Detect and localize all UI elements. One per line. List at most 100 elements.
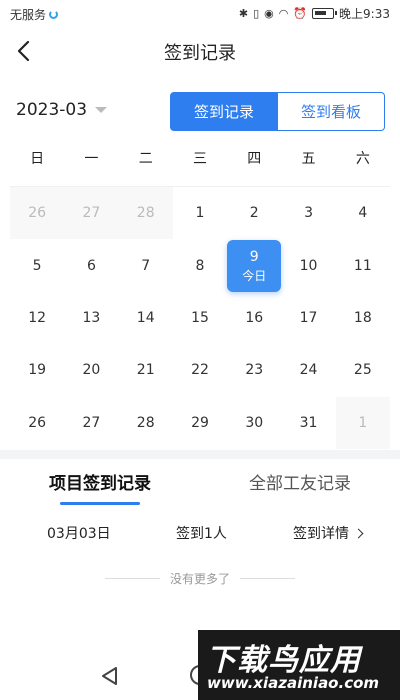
record-detail-label: 签到详情 xyxy=(293,526,349,542)
record-tabs: 项目签到记录 全部工友记录 xyxy=(0,466,400,506)
day-number: 6 xyxy=(86,257,96,274)
day-number: 13 xyxy=(82,309,101,326)
calendar-week-row: 12 13 14 15 16 17 18 xyxy=(10,292,390,344)
calendar-day[interactable]: 20 xyxy=(64,344,118,396)
day-number: 26 xyxy=(28,414,47,431)
day-number: 17 xyxy=(299,309,318,326)
calendar-day[interactable]: 16 xyxy=(227,292,281,344)
day-number: 3 xyxy=(304,205,313,222)
day-number: 16 xyxy=(245,309,264,326)
weekday-header: 日 一 二 三 四 五 六 xyxy=(10,148,390,176)
weekday-wed: 三 xyxy=(192,151,207,167)
calendar-day[interactable]: 11 xyxy=(336,239,390,291)
calendar-day[interactable]: 31 xyxy=(281,397,335,449)
toggle-sign-records[interactable]: 签到记录 xyxy=(170,92,278,131)
weekday-thu: 四 xyxy=(247,151,262,167)
calendar-day[interactable]: 8 xyxy=(173,239,227,291)
tab-all-workers[interactable]: 全部工友记录 xyxy=(200,466,400,506)
day-number: 11 xyxy=(353,257,372,274)
day-number: 29 xyxy=(191,414,209,431)
calendar-day[interactable]: 15 xyxy=(173,292,227,344)
weekday-fri: 五 xyxy=(301,151,316,167)
today-label: 今日 xyxy=(242,268,267,283)
calendar-day[interactable]: 7 xyxy=(119,239,173,291)
calendar-day[interactable]: 14 xyxy=(119,292,173,344)
month-value: 2023-03 xyxy=(16,100,88,120)
battery-icon xyxy=(312,8,338,19)
day-number: 24 xyxy=(299,362,318,379)
weekday-sat: 六 xyxy=(355,151,370,167)
calendar-day[interactable]: 28 xyxy=(119,397,173,449)
calendar-day[interactable]: 19 xyxy=(10,344,64,396)
carrier-text: 无服务 xyxy=(10,8,47,22)
calendar-day[interactable]: 1 xyxy=(335,396,390,449)
weekday-tue: 二 xyxy=(138,151,153,167)
record-row: 03月03日 签到1人 签到详情 xyxy=(0,518,400,548)
today-highlight: 9 今日 xyxy=(227,239,282,292)
calendar-day[interactable]: 24 xyxy=(281,344,335,396)
day-number: 12 xyxy=(28,309,47,326)
system-back-button[interactable] xyxy=(100,666,120,686)
month-picker[interactable]: 2023-03 xyxy=(16,100,108,120)
calendar-day[interactable]: 22 xyxy=(173,344,227,396)
alarm-icon: ⏰ xyxy=(293,6,308,20)
no-more-indicator: 没有更多了 xyxy=(0,568,400,588)
calendar-day[interactable]: 3 xyxy=(281,187,335,239)
calendar-day[interactable]: 6 xyxy=(64,239,118,291)
status-bar: 无服务 ✱ ▯ ◉ ◠ ⏰ 晚上9:33 xyxy=(0,0,400,28)
calendar-day[interactable]: 17 xyxy=(281,292,335,344)
calendar-day[interactable]: 1 xyxy=(173,187,227,239)
day-number: 15 xyxy=(191,309,209,326)
calendar-day[interactable]: 18 xyxy=(336,292,390,344)
record-count: 签到1人 xyxy=(176,526,227,542)
day-number: 20 xyxy=(82,362,101,379)
calendar-day-today[interactable]: 9 今日 xyxy=(227,239,282,292)
calendar-day[interactable]: 26 xyxy=(10,397,64,449)
watermark: 下载鸟应用 www.xiazainiao.com xyxy=(198,630,400,700)
no-more-text: 没有更多了 xyxy=(169,571,230,586)
calendar-day[interactable]: 13 xyxy=(64,292,118,344)
calendar-day[interactable]: 27 xyxy=(64,187,119,240)
day-number: 14 xyxy=(136,309,155,326)
tab-underline xyxy=(60,502,140,505)
loading-icon xyxy=(49,10,59,19)
section-divider xyxy=(0,450,400,459)
calendar-grid: 26 27 28 1 2 3 4 5 6 7 8 9 今日 10 11 12 13 14 15 16 17 18 19 20 2… xyxy=(10,187,390,449)
calendar-day[interactable]: 29 xyxy=(173,397,227,449)
toggle-sign-board[interactable]: 签到看板 xyxy=(278,92,385,131)
calendar-day[interactable]: 30 xyxy=(227,397,281,449)
calendar-day[interactable]: 25 xyxy=(336,344,390,396)
calendar-week-row: 5 6 7 8 9 今日 10 11 xyxy=(10,239,390,292)
calendar-day[interactable]: 27 xyxy=(64,397,118,449)
calendar-day[interactable]: 28 xyxy=(118,187,173,240)
day-number: 1 xyxy=(358,414,368,431)
month-row: 2023-03 签到记录 签到看板 xyxy=(0,92,400,132)
calendar-day[interactable]: 26 xyxy=(10,187,65,240)
page-title: 签到记录 xyxy=(164,43,236,64)
divider-line xyxy=(104,577,160,579)
calendar-day[interactable]: 2 xyxy=(227,187,281,239)
day-number: 8 xyxy=(195,257,205,274)
day-number: 10 xyxy=(299,257,318,274)
day-number: 25 xyxy=(353,362,372,379)
day-number: 5 xyxy=(32,257,42,274)
day-number: 30 xyxy=(245,414,264,431)
caret-down-icon xyxy=(95,107,108,113)
day-number: 26 xyxy=(28,205,47,222)
tab-project-records[interactable]: 项目签到记录 xyxy=(0,466,200,506)
tab-label: 项目签到记录 xyxy=(49,474,151,494)
calendar-week-row: 26 27 28 1 2 3 4 xyxy=(10,187,390,240)
status-left: 无服务 xyxy=(10,6,59,23)
eye-icon: ◉ xyxy=(264,6,274,20)
calendar-day[interactable]: 4 xyxy=(336,187,390,239)
calendar-day[interactable]: 21 xyxy=(119,344,173,396)
calendar-day[interactable]: 23 xyxy=(227,344,281,396)
day-number: 22 xyxy=(191,362,209,379)
day-number: 27 xyxy=(82,205,101,222)
calendar-day[interactable]: 5 xyxy=(10,239,64,291)
calendar-day[interactable]: 10 xyxy=(281,239,335,291)
record-detail-link[interactable]: 签到详情 xyxy=(293,523,364,543)
day-number: 4 xyxy=(358,205,368,222)
chevron-right-icon xyxy=(353,528,364,538)
calendar-day[interactable]: 12 xyxy=(10,292,64,344)
